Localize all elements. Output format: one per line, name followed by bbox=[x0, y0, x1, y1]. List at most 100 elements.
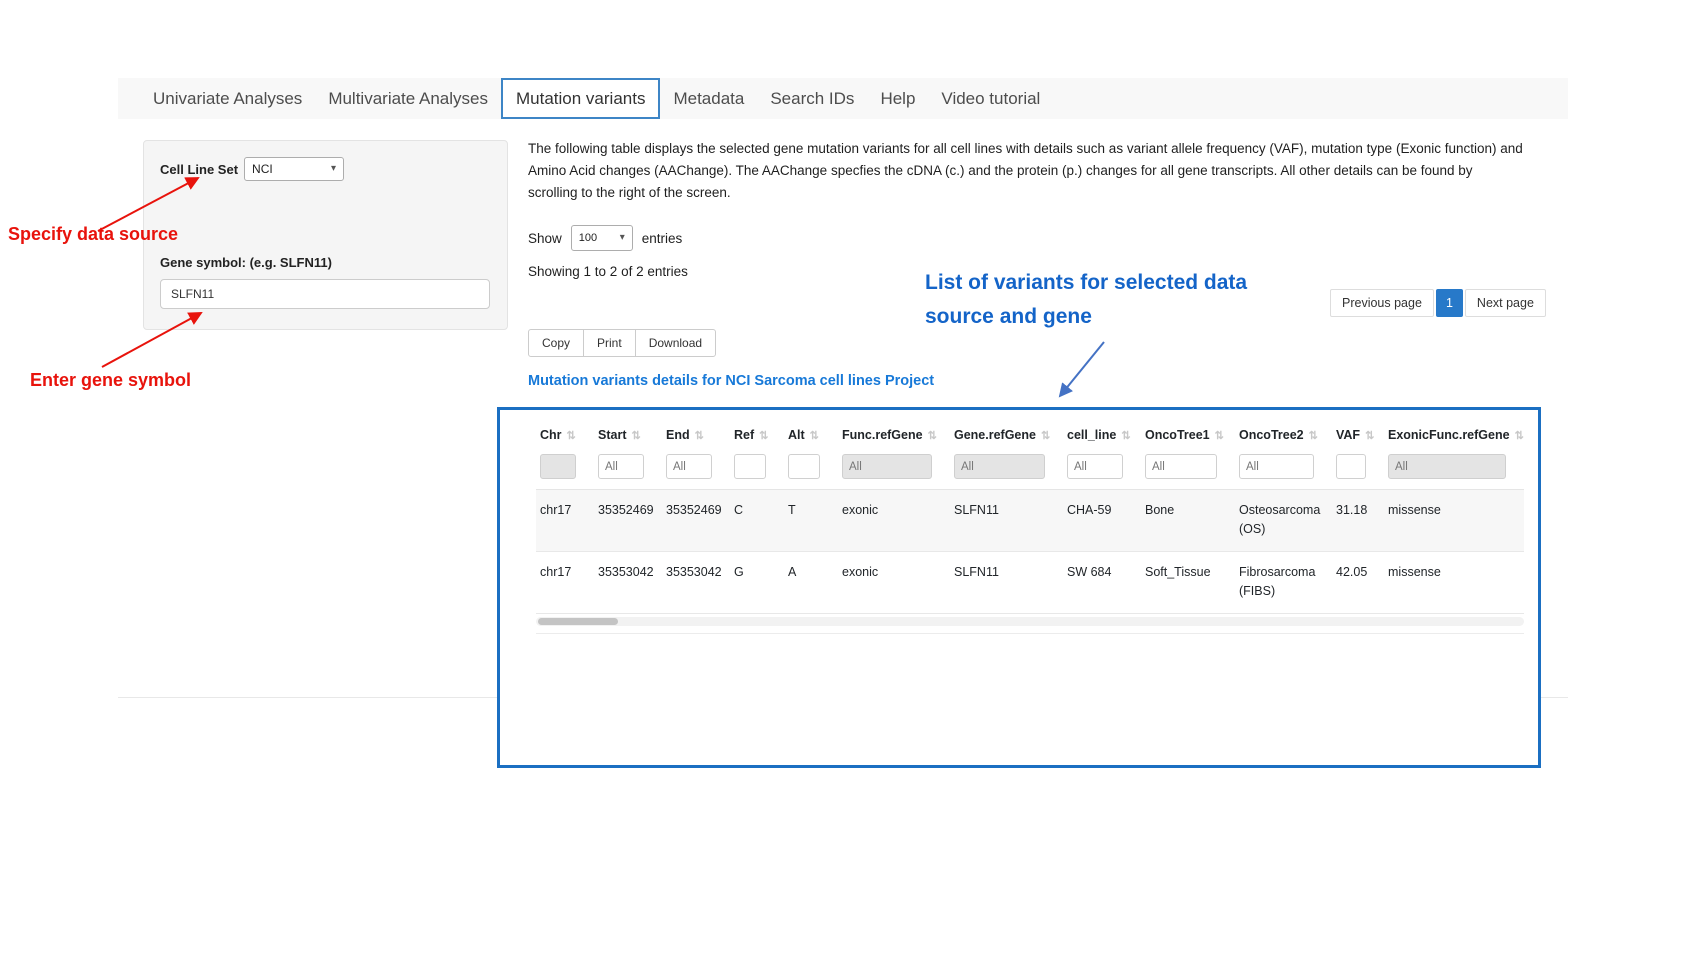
filter-cell bbox=[1384, 450, 1524, 490]
table-cell: missense bbox=[1384, 490, 1524, 552]
filter-input-gene-refgene[interactable] bbox=[954, 454, 1045, 479]
tab-label: Search IDs bbox=[770, 89, 854, 109]
table-cell: T bbox=[784, 490, 838, 552]
sort-icon[interactable]: ⇅ bbox=[928, 430, 937, 442]
table-cell: exonic bbox=[838, 551, 950, 613]
column-header-start[interactable]: Start ⇅ bbox=[594, 418, 662, 450]
table-cell: CHA-59 bbox=[1063, 490, 1141, 552]
cell-line-set-select[interactable]: NCI ▾ bbox=[244, 157, 344, 181]
sort-icon[interactable]: ⇅ bbox=[631, 430, 640, 442]
column-header-oncotree1[interactable]: OncoTree1⇅ bbox=[1141, 418, 1235, 450]
filter-input-start[interactable] bbox=[598, 454, 644, 479]
column-header-chr[interactable]: Chr ⇅ bbox=[536, 418, 594, 450]
table-cell: exonic bbox=[838, 490, 950, 552]
filter-input-cell-line[interactable] bbox=[1067, 454, 1123, 479]
main-navbar: Univariate Analyses Multivariate Analyse… bbox=[118, 78, 1568, 119]
tab-mutation-variants[interactable]: Mutation variants bbox=[501, 78, 660, 119]
filter-input-exonicfunc-refgene[interactable] bbox=[1388, 454, 1506, 479]
cell-line-set-value: NCI bbox=[252, 162, 273, 176]
filter-input-chr[interactable] bbox=[540, 454, 576, 479]
table-cell: Soft_Tissue bbox=[1141, 551, 1235, 613]
sort-icon[interactable]: ⇅ bbox=[1365, 430, 1374, 442]
filter-input-oncotree2[interactable] bbox=[1239, 454, 1314, 479]
sort-icon[interactable]: ⇅ bbox=[1515, 430, 1524, 442]
download-button[interactable]: Download bbox=[635, 329, 716, 357]
filter-cell bbox=[1332, 450, 1384, 490]
table-cell: 35352469 bbox=[594, 490, 662, 552]
table-row[interactable]: chr173535246935352469CTexonicSLFN11CHA-5… bbox=[536, 490, 1524, 552]
column-header-func-refgene[interactable]: Func.refGene⇅ bbox=[838, 418, 950, 450]
tab-label: Multivariate Analyses bbox=[328, 89, 488, 109]
tab-video-tutorial[interactable]: Video tutorial bbox=[928, 78, 1053, 119]
table-cell: SLFN11 bbox=[950, 490, 1063, 552]
variants-table: Chr⇅Start⇅End⇅Ref⇅Alt⇅Func.refGene⇅Gene.… bbox=[536, 418, 1524, 614]
table-cell: chr17 bbox=[536, 490, 594, 552]
column-label: ExonicFunc.refGene bbox=[1388, 428, 1510, 442]
previous-page-button[interactable]: Previous page bbox=[1330, 289, 1434, 317]
sort-icon[interactable]: ⇅ bbox=[1121, 430, 1130, 442]
column-header-exonicfunc-refgene[interactable]: ExonicFunc.refGene ⇅ bbox=[1384, 418, 1524, 450]
sort-icon[interactable]: ⇅ bbox=[810, 430, 819, 442]
filter-cell bbox=[536, 450, 594, 490]
tab-metadata[interactable]: Metadata bbox=[660, 78, 757, 119]
sort-icon[interactable]: ⇅ bbox=[759, 430, 768, 442]
gene-symbol-label: Gene symbol: (e.g. SLFN11) bbox=[160, 255, 491, 270]
column-header-ref[interactable]: Ref ⇅ bbox=[730, 418, 784, 450]
table-cell: 31.18 bbox=[1332, 490, 1384, 552]
gene-symbol-input[interactable] bbox=[160, 279, 490, 309]
table-cell: SLFN11 bbox=[950, 551, 1063, 613]
scrollbar-thumb[interactable] bbox=[538, 618, 618, 625]
cell-line-set-label: Cell Line Set bbox=[160, 162, 238, 177]
tab-univariate-analyses[interactable]: Univariate Analyses bbox=[140, 78, 315, 119]
tab-label: Mutation variants bbox=[516, 89, 645, 109]
sort-icon[interactable]: ⇅ bbox=[1215, 430, 1224, 442]
sort-icon[interactable]: ⇅ bbox=[695, 430, 704, 442]
copy-button[interactable]: Copy bbox=[528, 329, 584, 357]
chevron-down-icon: ▾ bbox=[331, 164, 336, 174]
sort-icon[interactable]: ⇅ bbox=[1309, 430, 1318, 442]
column-label: Start bbox=[598, 428, 626, 442]
column-header-vaf[interactable]: VAF⇅ bbox=[1332, 418, 1384, 450]
tab-label: Video tutorial bbox=[941, 89, 1040, 109]
sort-icon[interactable]: ⇅ bbox=[567, 430, 576, 442]
print-button[interactable]: Print bbox=[583, 329, 636, 357]
column-header-gene-refgene[interactable]: Gene.refGene⇅ bbox=[950, 418, 1063, 450]
entries-label: entries bbox=[642, 231, 683, 246]
column-header-end[interactable]: End⇅ bbox=[662, 418, 730, 450]
column-label: Ref bbox=[734, 428, 754, 442]
sort-icon[interactable]: ⇅ bbox=[1041, 430, 1050, 442]
filter-input-oncotree1[interactable] bbox=[1145, 454, 1217, 479]
table-cell: Fibrosarcoma (FIBS) bbox=[1235, 551, 1332, 613]
current-page-button[interactable]: 1 bbox=[1436, 289, 1463, 317]
page-length-select[interactable]: 100 ▾ bbox=[571, 225, 633, 251]
variants-table-container: Chr⇅Start⇅End⇅Ref⇅Alt⇅Func.refGene⇅Gene.… bbox=[497, 407, 1541, 768]
annotation-specify-data-source: Specify data source bbox=[8, 224, 178, 245]
table-row[interactable]: chr173535304235353042GAexonicSLFN11SW 68… bbox=[536, 551, 1524, 613]
filter-input-alt[interactable] bbox=[788, 454, 820, 479]
tab-search-ids[interactable]: Search IDs bbox=[757, 78, 867, 119]
column-label: Chr bbox=[540, 428, 562, 442]
filter-input-vaf[interactable] bbox=[1336, 454, 1366, 479]
tab-help[interactable]: Help bbox=[867, 78, 928, 119]
filter-input-ref[interactable] bbox=[734, 454, 766, 479]
column-header-oncotree2[interactable]: OncoTree2⇅ bbox=[1235, 418, 1332, 450]
tab-label: Help bbox=[880, 89, 915, 109]
column-header-alt[interactable]: Alt⇅ bbox=[784, 418, 838, 450]
column-label: cell_line bbox=[1067, 428, 1116, 442]
horizontal-scrollbar[interactable] bbox=[536, 617, 1524, 626]
filter-cell bbox=[1063, 450, 1141, 490]
annotation-variants-line2: source and gene bbox=[925, 300, 1247, 334]
filter-cell bbox=[1235, 450, 1332, 490]
filter-cell bbox=[784, 450, 838, 490]
filter-input-end[interactable] bbox=[666, 454, 712, 479]
tab-multivariate-analyses[interactable]: Multivariate Analyses bbox=[315, 78, 501, 119]
page: Univariate Analyses Multivariate Analyse… bbox=[0, 0, 1700, 956]
filter-cell bbox=[730, 450, 784, 490]
next-page-button[interactable]: Next page bbox=[1465, 289, 1546, 317]
filter-input-func-refgene[interactable] bbox=[842, 454, 932, 479]
column-header-cell-line[interactable]: cell_line ⇅ bbox=[1063, 418, 1141, 450]
table-title-link[interactable]: Mutation variants details for NCI Sarcom… bbox=[528, 373, 934, 389]
table-cell: 35353042 bbox=[594, 551, 662, 613]
table-cell: A bbox=[784, 551, 838, 613]
table-description: The following table displays the selecte… bbox=[528, 138, 1523, 204]
